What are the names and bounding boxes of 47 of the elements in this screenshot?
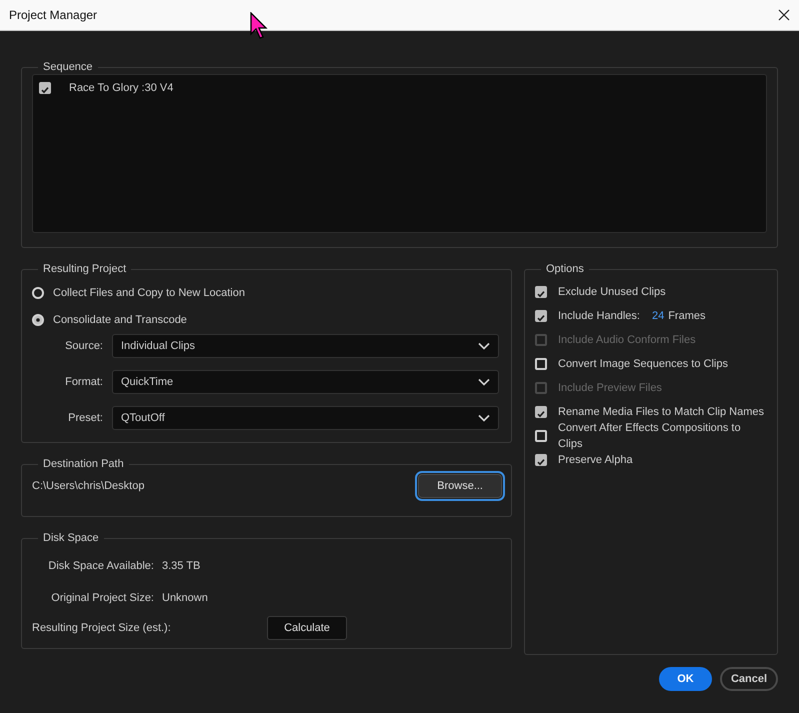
chevron-icon: [478, 414, 490, 422]
info-value: Unknown: [162, 590, 208, 606]
option-label: Preserve Alpha: [558, 452, 633, 468]
option-label: Rename Media Files to Match Clip Names: [558, 404, 764, 420]
radio-label: Collect Files and Copy to New Location: [53, 286, 245, 301]
dropdown[interactable]: Individual Clips: [112, 334, 499, 358]
sequence-name: Race To Glory :30 V4: [69, 81, 174, 96]
checkbox[interactable]: [39, 82, 51, 94]
browse-button[interactable]: Browse...: [418, 474, 502, 498]
close-icon[interactable]: [778, 9, 790, 21]
field-label: Format:: [64, 374, 104, 390]
checkbox[interactable]: [535, 406, 547, 418]
option-label: Convert Image Sequences to Clips: [558, 356, 728, 372]
option-label: Include Handles:: [558, 308, 640, 324]
chevron-icon: [478, 342, 490, 350]
disk-space-legend: Disk Space: [38, 531, 104, 545]
checkbox[interactable]: [535, 454, 547, 466]
info-label: Resulting Project Size (est.):: [32, 620, 172, 636]
ok-button[interactable]: OK: [659, 667, 712, 691]
sequence-legend: Sequence: [38, 60, 98, 74]
radio-button[interactable]: [32, 314, 44, 326]
field-label: Preset:: [67, 410, 104, 426]
info-value: 3.35 TB: [162, 559, 200, 574]
calculate-button[interactable]: Calculate: [267, 616, 347, 640]
resulting-project-legend: Resulting Project: [38, 262, 132, 276]
option-label: Convert After Effects Compositions to Clips: [558, 420, 742, 452]
dropdown[interactable]: QuickTime: [112, 370, 499, 394]
chevron-icon: [478, 378, 490, 386]
path-text: C:\Users\chris\Desktop: [32, 478, 144, 494]
mouse-pointer-icon: [250, 12, 270, 42]
option-label: Exclude Unused Clips: [558, 284, 666, 300]
window-title: Project Manager: [9, 7, 98, 24]
info-label: Original Project Size:: [50, 590, 155, 606]
field-label: Source:: [64, 338, 104, 354]
checkbox[interactable]: [535, 310, 547, 322]
option-label: Include Preview Files: [558, 380, 662, 396]
checkbox[interactable]: [535, 286, 547, 298]
option-label: Include Audio Conform Files: [558, 332, 696, 348]
radio-button[interactable]: [32, 287, 44, 300]
destination-path-legend: Destination Path: [38, 457, 129, 471]
radio-label: Consolidate and Transcode: [53, 312, 187, 328]
handles-value[interactable]: 24: [652, 308, 664, 324]
dropdown[interactable]: QToutOff: [112, 406, 499, 430]
info-label: Disk Space Available:: [47, 559, 155, 574]
options-legend: Options: [541, 262, 589, 276]
unit-label: Frames: [668, 308, 706, 324]
cancel-button[interactable]: Cancel: [720, 667, 778, 691]
